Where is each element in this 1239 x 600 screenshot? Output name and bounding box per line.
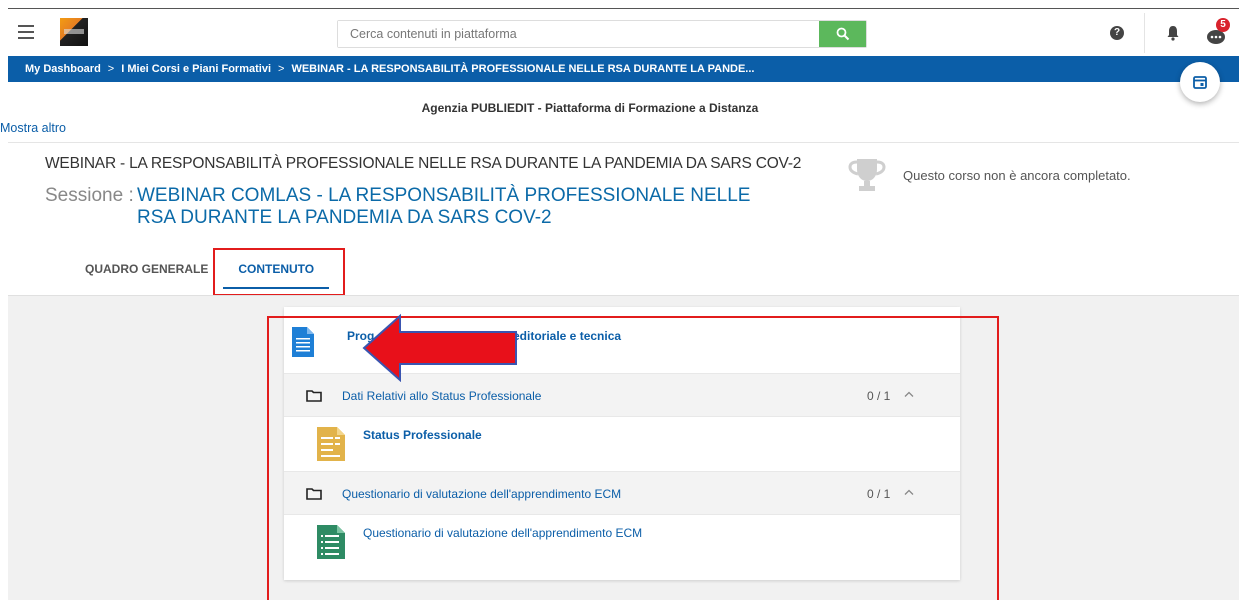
trophy-icon (848, 159, 886, 191)
form-icon (317, 427, 345, 461)
content-panel: Prog editoriale e tecnica Dati Relativi … (284, 307, 960, 580)
breadcrumb-current: WEBINAR - LA RESPONSABILITÀ PROFESSIONAL… (291, 63, 755, 75)
folder-label: Questionario di valutazione dell'apprend… (342, 487, 622, 501)
folder-icon (306, 390, 322, 402)
chevron-up-icon[interactable] (904, 489, 914, 495)
search-button[interactable] (819, 21, 866, 47)
folder-label: Dati Relativi allo Status Professionale (342, 389, 542, 403)
folder-icon (306, 488, 322, 500)
calendar-button[interactable] (1180, 62, 1220, 102)
header-divider (1144, 13, 1145, 53)
list-item[interactable]: Prog editoriale e tecnica (284, 307, 960, 373)
session-name: WEBINAR COMLAS - LA RESPONSABILITÀ PROFE… (137, 185, 751, 228)
bell-icon[interactable] (1166, 25, 1180, 41)
tab-content[interactable]: CONTENUTO (223, 256, 330, 289)
folder-row[interactable]: Questionario di valutazione dell'apprend… (284, 471, 960, 515)
course-title: WEBINAR - LA RESPONSABILITÀ PROFESSIONAL… (45, 155, 802, 172)
platform-logo[interactable] (60, 18, 88, 46)
folder-progress: 0 / 1 (867, 389, 891, 403)
list-item[interactable]: Status Professionale (284, 417, 960, 471)
search-icon (836, 27, 849, 41)
top-header: ? 5 (8, 8, 1239, 56)
item-label: Status Professionale (363, 428, 482, 442)
show-more-label: Mostra altro (0, 121, 66, 135)
folder-progress: 0 / 1 (867, 487, 891, 501)
session-label: Sessione : (45, 185, 134, 206)
tab-overview[interactable]: QUADRO GENERALE (85, 256, 208, 290)
item-label: Questionario di valutazione dell'apprend… (363, 526, 643, 540)
completion-status: Questo corso non è ancora completato. (903, 168, 1131, 183)
hamburger-menu-icon[interactable] (18, 25, 34, 39)
show-more-link[interactable]: Mostra altro (0, 121, 80, 135)
breadcrumb: My Dashboard > I Miei Corsi e Piani Format… (8, 56, 1239, 82)
breadcrumb-separator: > (278, 63, 285, 75)
chevron-up-icon[interactable] (904, 391, 914, 397)
breadcrumb-courses[interactable]: I Miei Corsi e Piani Formativi (121, 63, 271, 75)
agency-title: Agenzia PUBLIEDIT - Piattaforma di Forma… (421, 101, 759, 115)
calendar-icon (1193, 76, 1207, 89)
item-label-start: Prog (347, 329, 375, 343)
breadcrumb-dashboard[interactable]: My Dashboard (25, 63, 101, 75)
questionnaire-icon (317, 525, 345, 559)
breadcrumb-separator: > (107, 63, 115, 75)
item-label-end: editoriale e tecnica (513, 329, 622, 343)
search-bar (337, 20, 867, 48)
section-divider (8, 142, 1239, 143)
help-icon[interactable]: ? (1110, 26, 1124, 40)
document-icon (292, 327, 314, 357)
notification-badge: 5 (1216, 18, 1230, 32)
list-item[interactable]: Questionario di valutazione dell'apprend… (284, 515, 960, 571)
search-input[interactable] (338, 21, 819, 47)
folder-row[interactable]: Dati Relativi allo Status Professionale … (284, 373, 960, 417)
course-tabs: QUADRO GENERALE CONTENUTO (85, 256, 359, 290)
